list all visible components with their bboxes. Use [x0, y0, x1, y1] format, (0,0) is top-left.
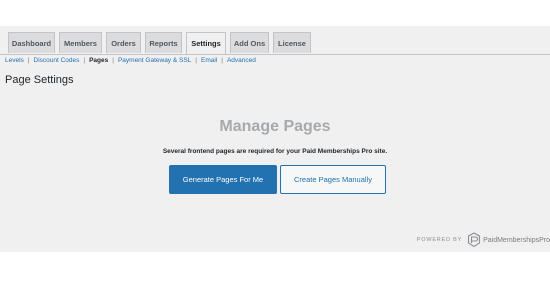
manage-pages-heading: Manage Pages: [219, 118, 331, 135]
tab-orders[interactable]: Orders: [106, 32, 141, 53]
tab-label: Dashboard: [11, 38, 52, 48]
tab-label: Reports: [149, 38, 178, 48]
pmpro-logo-text: PaidMembershipsPro: [483, 236, 550, 244]
subnav-separator: |: [221, 57, 223, 64]
powered-by-label: POWERED BY: [416, 237, 463, 243]
subnav-advanced[interactable]: Advanced: [227, 57, 256, 64]
tab-label: Members: [64, 38, 97, 48]
create-pages-manually-button[interactable]: Create Pages Manually: [280, 165, 386, 194]
manage-pages-description: Several frontend pages are required for …: [162, 148, 388, 155]
tab-reports[interactable]: Reports: [145, 32, 182, 53]
tab-license[interactable]: License: [273, 32, 311, 53]
powered-by-footer: POWERED BY PaidMembershipsPro: [417, 232, 550, 248]
subnav-levels[interactable]: Levels: [5, 57, 24, 64]
tab-settings[interactable]: Settings: [186, 32, 226, 54]
tab-add-ons[interactable]: Add Ons: [230, 32, 269, 53]
generate-pages-button[interactable]: Generate Pages For Me: [169, 165, 277, 194]
subnav-separator: |: [195, 57, 197, 64]
settings-tab-bar: Dashboard Members Orders Reports Setting…: [0, 32, 550, 55]
subnav-separator: |: [83, 57, 86, 64]
admin-content-area: Dashboard Members Orders Reports Setting…: [0, 26, 550, 252]
page-title: Page Settings: [5, 74, 74, 86]
tab-label: Add Ons: [233, 38, 266, 48]
subnav-separator: |: [112, 57, 114, 64]
tab-label: Settings: [191, 39, 221, 48]
subnav-payment-gateway[interactable]: Payment Gateway & SSL: [118, 57, 191, 64]
subnav-separator: |: [27, 57, 30, 64]
tab-label: License: [278, 38, 306, 48]
tab-label: Orders: [111, 38, 136, 48]
tab-members[interactable]: Members: [59, 32, 102, 53]
pmpro-logo-icon: [468, 232, 481, 248]
subnav-email[interactable]: Email: [201, 57, 217, 64]
subnav-discount-codes[interactable]: Discount Codes: [34, 57, 80, 64]
tab-dashboard[interactable]: Dashboard: [8, 32, 55, 53]
subnav-pages[interactable]: Pages: [89, 57, 108, 64]
settings-subnav: Levels | Discount Codes | Pages | Paymen…: [5, 57, 256, 64]
